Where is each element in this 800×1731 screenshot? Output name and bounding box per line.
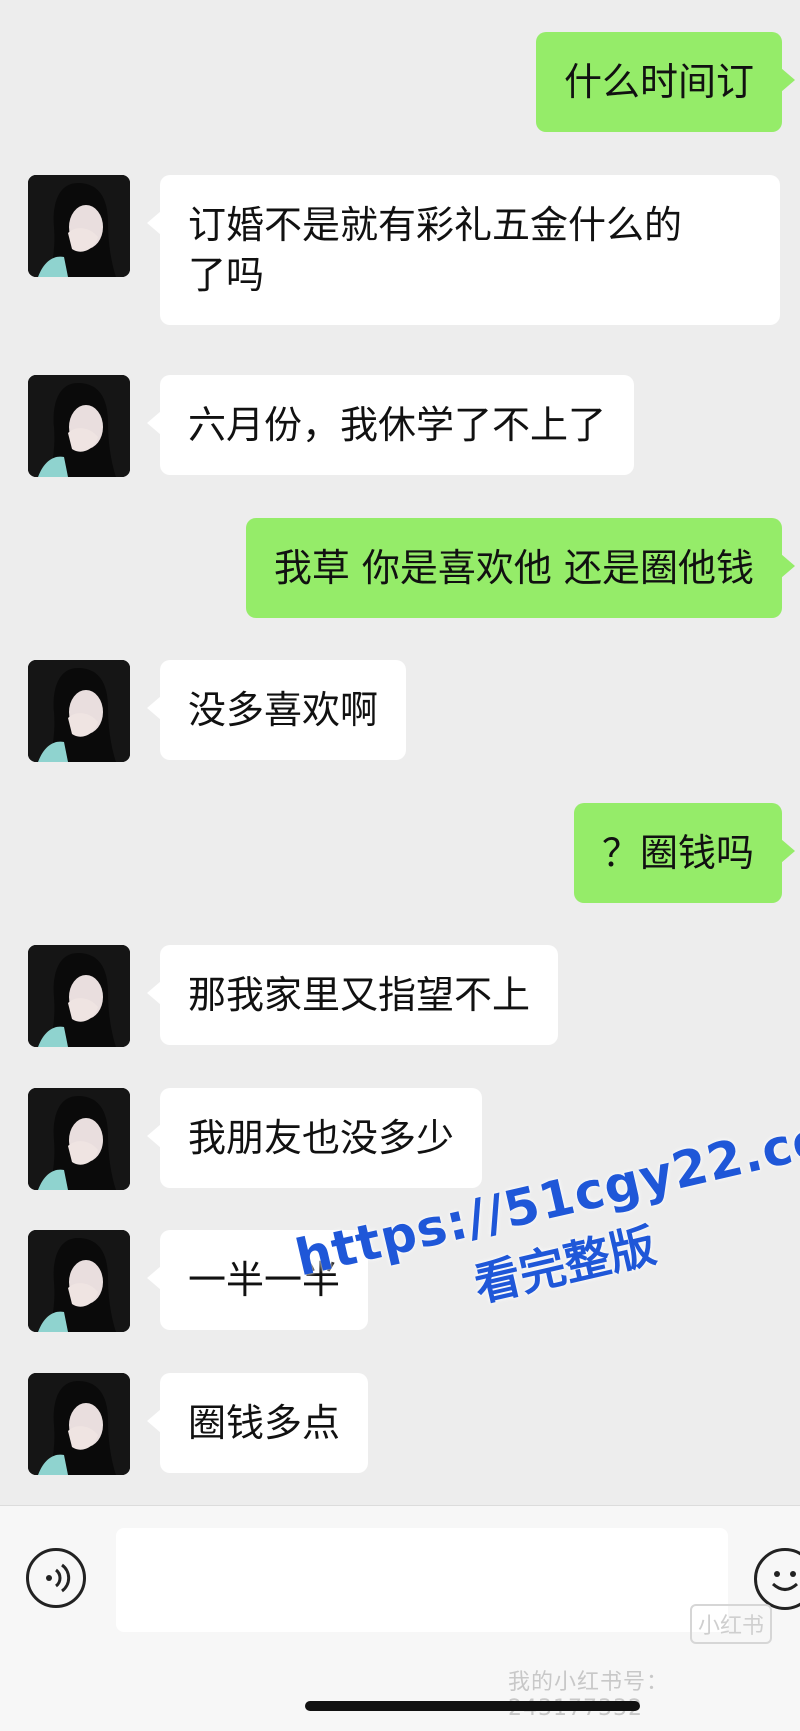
message-row-incoming: 圈钱多点 (0, 1373, 800, 1475)
message-input[interactable] (116, 1528, 728, 1632)
message-text-line: 订婚不是就有彩礼五金什么的 (188, 203, 683, 247)
message-bubble-incoming[interactable]: 六月份，我休学了不上了 (146, 375, 635, 475)
message-row-incoming: 没多喜欢啊 (0, 660, 800, 762)
message-row-outgoing: ？圈钱吗 (0, 803, 800, 903)
message-bubble-incoming[interactable]: 我朋友也没多少 (146, 1088, 483, 1188)
message-bubble-incoming[interactable]: 没多喜欢啊 (146, 660, 407, 760)
message-bubble-outgoing[interactable]: 我草 你是喜欢他 还是圈他钱 (245, 518, 796, 618)
account-watermark: 我的小红书号：243177332 (508, 1670, 670, 1721)
message-row-incoming: 一半一半 (0, 1230, 800, 1332)
contact-avatar[interactable] (28, 660, 130, 762)
message-text: ？圈钱吗 (601, 831, 754, 875)
message-text: 那我家里又指望不上 (188, 973, 531, 1017)
message-bubble-incoming[interactable]: 订婚不是就有彩礼五金什么的 了吗 (147, 175, 780, 325)
message-text: 什么时间订 (563, 60, 754, 104)
message-text: 我朋友也没多少 (188, 1116, 455, 1160)
emoji-icon[interactable] (754, 1548, 800, 1610)
message-text: 没多喜欢啊 (188, 688, 379, 732)
contact-avatar[interactable] (28, 945, 130, 1047)
message-bubble-incoming[interactable]: 那我家里又指望不上 (146, 945, 559, 1045)
xiaohongshu-logo: 小红书 (690, 1604, 773, 1644)
contact-avatar[interactable] (28, 1230, 130, 1332)
message-bubble-incoming[interactable]: 一半一半 (146, 1230, 369, 1330)
contact-avatar[interactable] (28, 1088, 130, 1190)
message-row-incoming: 六月份，我休学了不上了 (0, 375, 800, 477)
message-text: 六月份，我休学了不上了 (188, 403, 607, 447)
contact-avatar[interactable] (28, 1373, 130, 1475)
message-text-line: 了吗 (188, 253, 265, 297)
message-text: 我草 你是喜欢他 还是圈他钱 (273, 546, 754, 590)
home-indicator[interactable] (305, 1701, 640, 1711)
message-row-incoming: 订婚不是就有彩礼五金什么的 了吗 (0, 175, 800, 335)
contact-avatar[interactable] (28, 175, 130, 277)
chat-area: 什么时间订 订婚不是就有彩礼五金什么的 了吗 六月份，我休学了不上了 我草 你是… (0, 0, 800, 1505)
message-bubble-outgoing[interactable]: ？圈钱吗 (573, 803, 796, 903)
message-text: 圈钱多点 (188, 1401, 341, 1445)
contact-avatar[interactable] (28, 375, 130, 477)
message-row-incoming: 那我家里又指望不上 (0, 945, 800, 1047)
message-row-incoming: 我朋友也没多少 (0, 1088, 800, 1190)
message-bubble-incoming[interactable]: 圈钱多点 (146, 1373, 369, 1473)
message-text: 一半一半 (188, 1258, 341, 1302)
message-bubble-outgoing[interactable]: 什么时间订 (535, 32, 796, 132)
message-row-outgoing: 我草 你是喜欢他 还是圈他钱 (0, 518, 800, 618)
message-row-outgoing: 什么时间订 (0, 32, 800, 132)
voice-icon[interactable] (26, 1548, 86, 1608)
input-bar: 小红书 我的小红书号：243177332 (0, 1505, 800, 1731)
